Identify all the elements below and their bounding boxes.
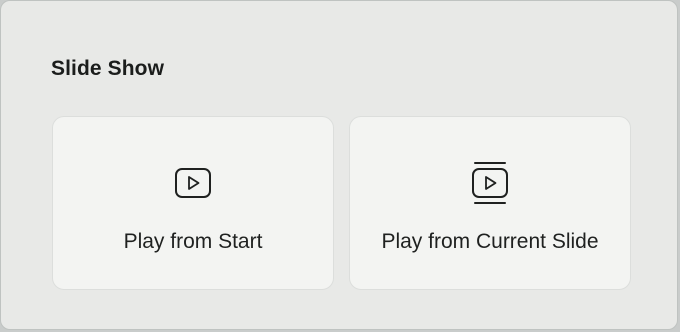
slide-show-panel: Slide Show Play from Start Play from Cur…: [0, 0, 678, 330]
section-title: Slide Show: [51, 57, 165, 80]
play-in-box-icon: [173, 161, 213, 205]
play-from-current-slide-label: Play from Current Slide: [381, 230, 599, 253]
play-from-current-slide-button[interactable]: Play from Current Slide: [349, 116, 631, 290]
play-current-slide-icon: [470, 161, 510, 205]
play-from-start-label: Play from Start: [123, 230, 263, 253]
play-from-start-button[interactable]: Play from Start: [52, 116, 334, 290]
